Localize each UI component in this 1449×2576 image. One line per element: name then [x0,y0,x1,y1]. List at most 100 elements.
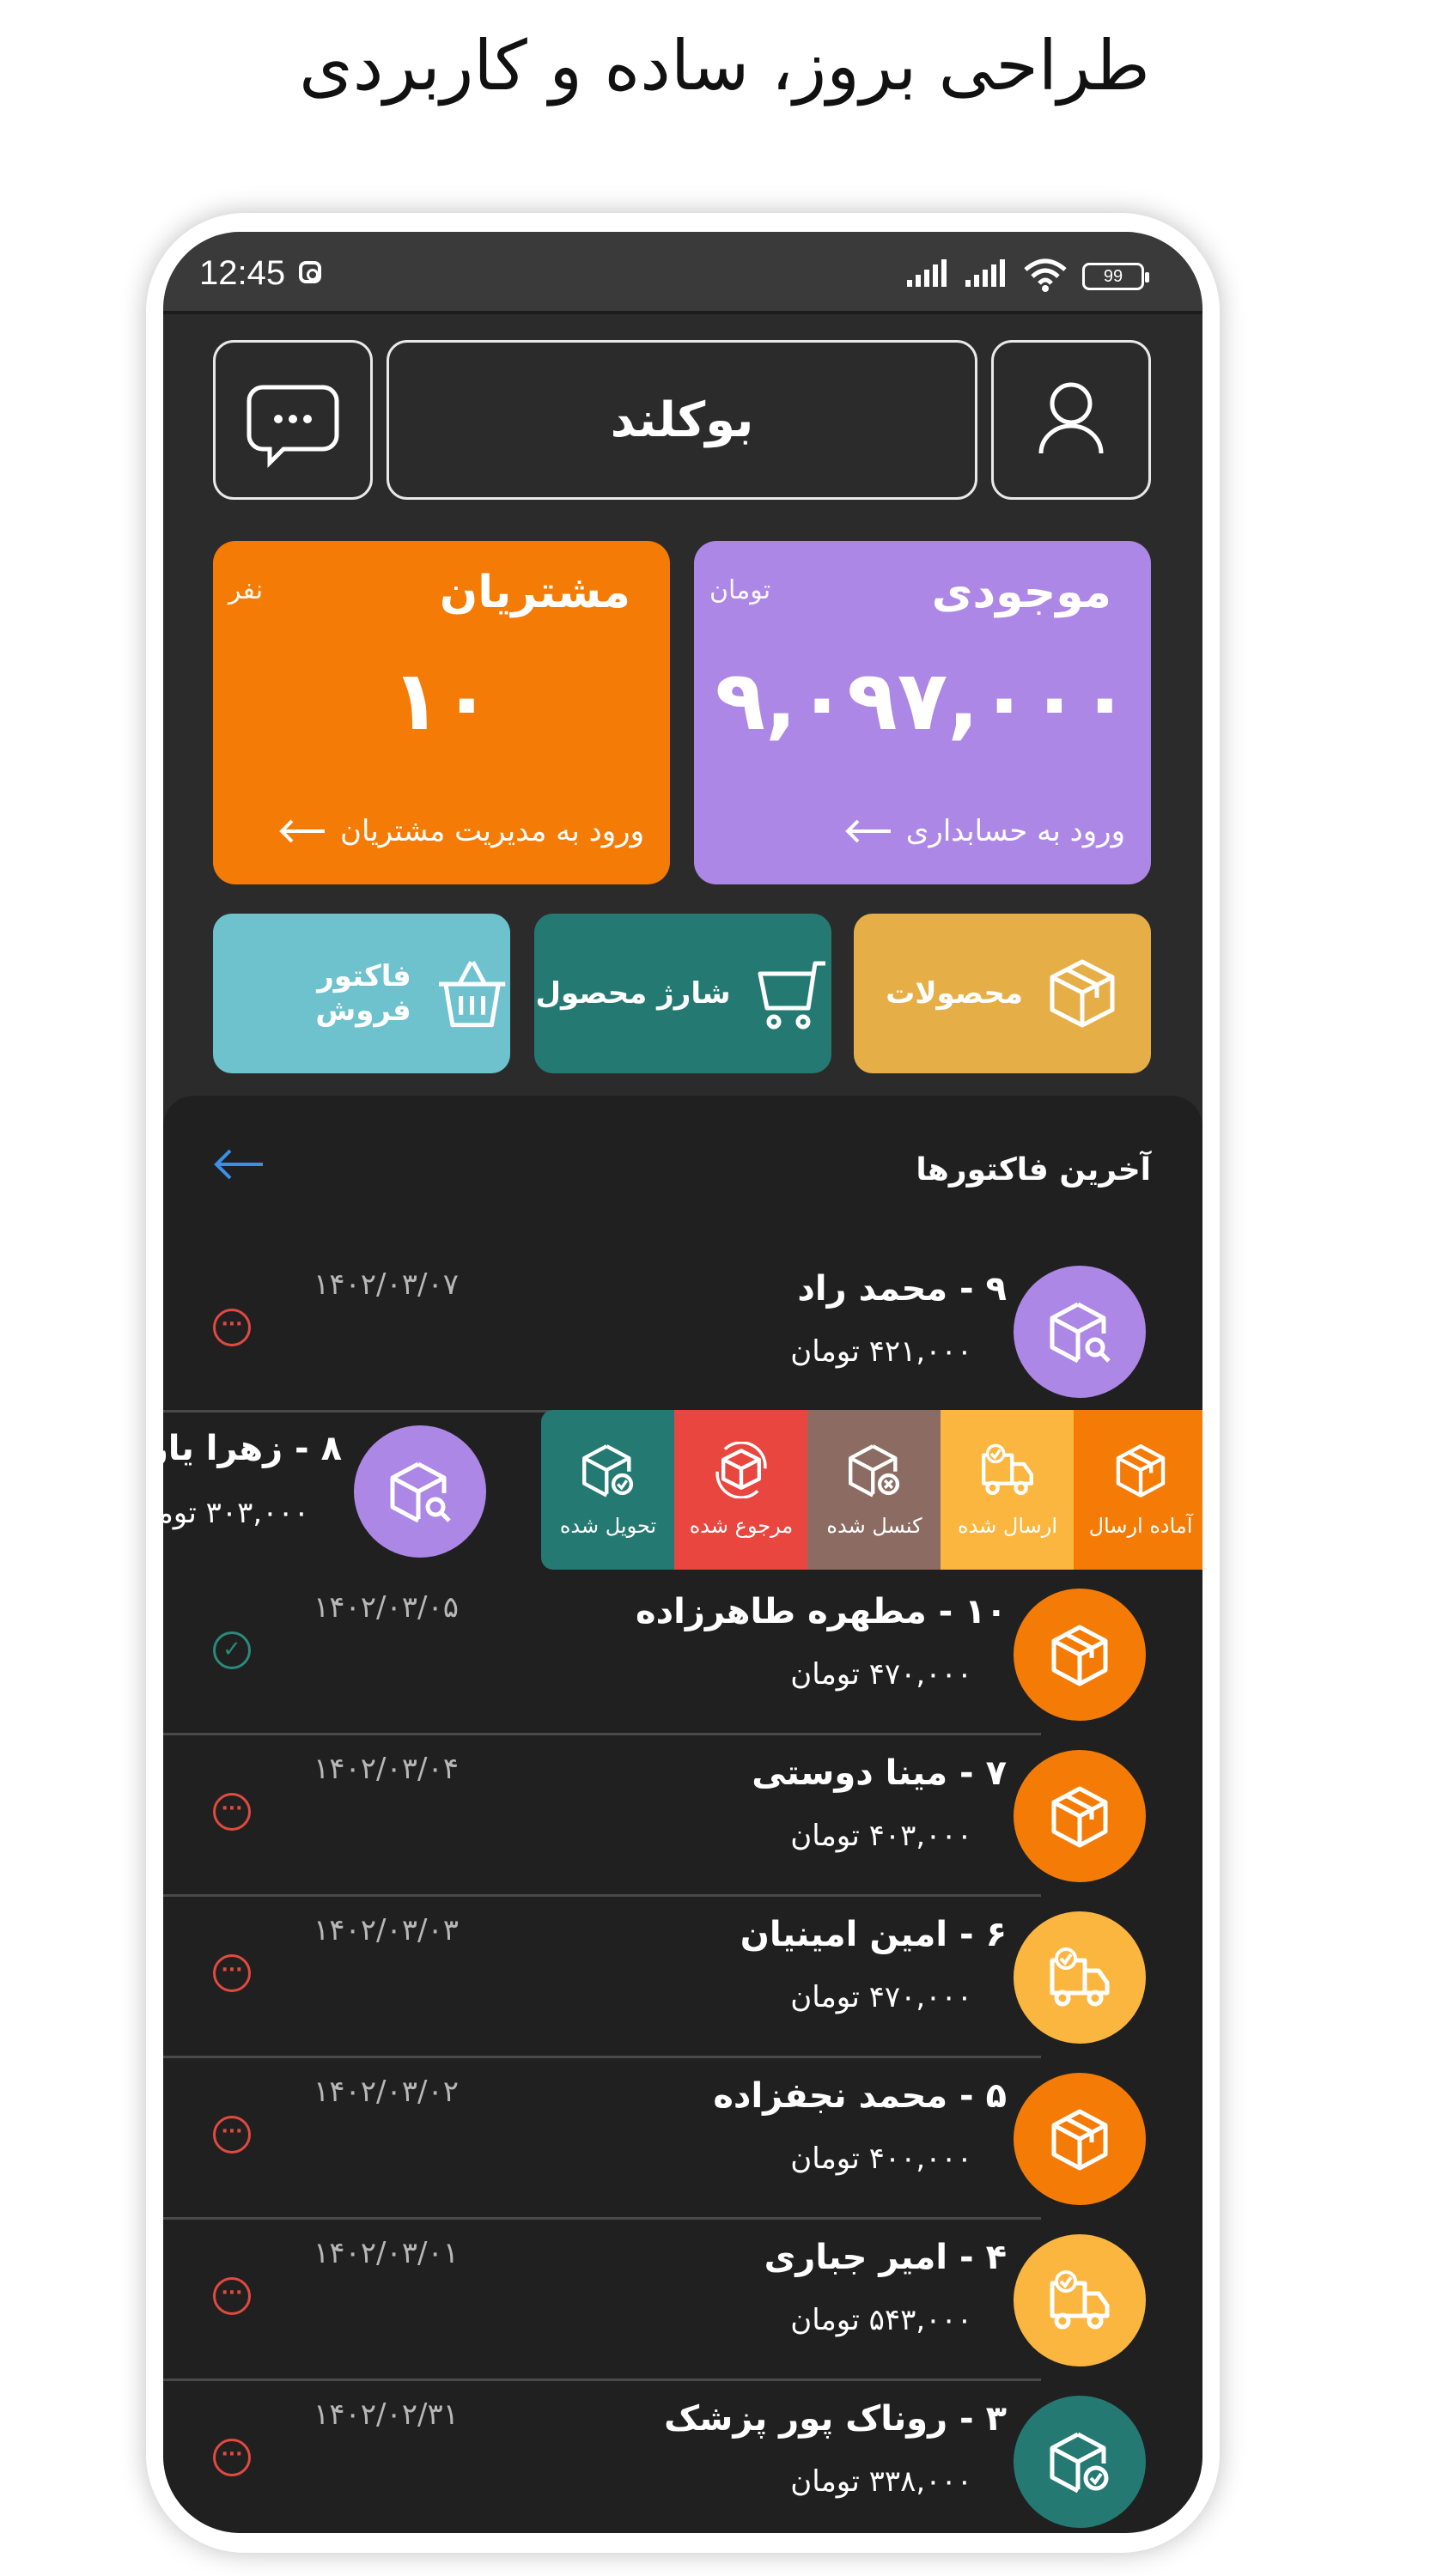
instagram-icon [299,261,321,283]
customer-management-link-label: ورود به مدیریت مشتریان [340,814,644,848]
charge-product-label: شارژ محصول [535,976,731,1011]
phone-screen: 12:45 99 بوکلند موجودی تومان ۹,۰۹۷,۰۰۰ و… [163,232,1202,2533]
status-more-icon[interactable]: ··· [213,2277,251,2315]
swipe-action-label: کنسل شده [826,1514,922,1538]
status-more-icon[interactable]: ··· [213,2439,251,2476]
products-button[interactable]: محصولات [854,914,1151,1073]
status-check-icon[interactable]: ✓ [213,1631,251,1669]
invoice-row[interactable]: ۳ - روناک پور پزشک ۳۳۸,۰۰۰ تومان ۱۴۰۲/۰۲/۳… [163,2380,1146,2533]
box-cancel-icon [849,1444,900,1498]
invoice-date: ۱۴۰۲/۰۳/۰۷ [314,1267,460,1302]
chat-button[interactable] [213,340,373,500]
invoice-row[interactable]: ۴ - امیر جباری ۵۴۳,۰۰۰ تومان ۱۴۰۲/۰۳/۰۱ ··· [163,2219,1146,2381]
charge-product-button[interactable]: شارژ محصول [534,914,831,1073]
invoice-amount: ۵۴۳,۰۰۰ تومان [790,2303,972,2337]
invoice-amount: ۴۷۰,۰۰۰ تومان [790,1980,972,2014]
user-icon [1038,382,1104,454]
basket-icon [438,961,506,1028]
box-icon [1050,959,1115,1028]
swipe-action-button[interactable]: تحویل شده [541,1410,675,1570]
signal-icon [965,259,1005,287]
balance-title: موجودی [931,567,1111,618]
box-icon [1051,1786,1108,1848]
swipe-action-button[interactable]: آماده ارسال [1074,1410,1202,1570]
invoice-avatar [1014,1589,1146,1721]
status-more-icon[interactable]: ··· [213,1793,251,1831]
box-icon [1116,1444,1166,1498]
latest-invoices-title: آخرین فاکتورها [916,1152,1151,1188]
invoice-avatar [1014,2396,1146,2528]
swipe-action-button[interactable]: ارسال شده [941,1410,1075,1570]
invoice-date: ۱۴۰۲/۰۳/۰۳ [314,1913,460,1947]
sales-invoice-button[interactable]: فاکتور فروش [213,914,510,1073]
customers-card[interactable]: مشتریان نفر ۱۰ ورود به مدیریت مشتریان [213,541,670,884]
box-icon [1051,2109,1108,2171]
invoice-avatar [354,1425,486,1558]
swiped-invoice-row[interactable]: ۸ - زهرا یاری ۳۰۳,۰۰۰ تومان تحویل شده مرج… [163,1410,1202,1570]
invoice-customer-name: ۵ - محمد نجفزاده [713,2076,1007,2116]
invoice-customer-name: ۴ - امیر جباری [764,2238,1007,2277]
swipe-action-label: تحویل شده [559,1514,657,1538]
invoice-row[interactable]: ۵ - محمد نجفزاده ۴۰۰,۰۰۰ تومان ۱۴۰۲/۰۳/۰۲ ·… [163,2057,1146,2220]
invoice-date: ۱۴۰۲/۰۳/۰۵ [314,1590,460,1625]
arrow-left-icon [844,819,891,843]
accounting-link-label: ورود به حسابداری [905,814,1125,848]
invoice-avatar [1014,1911,1146,2044]
invoice-row[interactable]: ۶ - امین امینیان ۴۷۰,۰۰۰ تومان ۱۴۰۲/۰۳/۰۳ ·… [163,1896,1146,2058]
box-search-icon [1050,1302,1111,1364]
customer-management-link[interactable]: ورود به مدیریت مشتریان [230,814,644,848]
status-more-icon[interactable]: ··· [213,2116,251,2154]
invoice-row[interactable]: ۹ - محمد راد ۴۲۱,۰۰۰ تومان ۱۴۰۲/۰۳/۰۷ ··· [163,1250,1146,1413]
invoice-avatar [1014,2234,1146,2366]
swipe-action-label: ارسال شده [957,1514,1058,1538]
invoice-row[interactable]: ۷ - مینا دوستی ۴۰۳,۰۰۰ تومان ۱۴۰۲/۰۳/۰۴ ··· [163,1735,1146,1897]
status-bar: 12:45 99 [163,232,1202,314]
truck-icon [1050,2270,1110,2330]
battery-icon: 99 [1082,263,1149,290]
invoice-avatar [1014,1750,1146,1882]
wifi-icon [1024,258,1067,292]
swipe-action-button[interactable]: مرجوع شده [674,1410,808,1570]
balance-value: ۹,۰۹۷,۰۰۰ [715,653,1130,749]
app-name-banner: بوکلند [387,340,977,500]
invoice-row[interactable]: ۱۰ - مطهره طاهرزاده ۴۷۰,۰۰۰ تومان ۱۴۰۲/۰۳/… [163,1573,1146,1735]
invoice-amount: ۴۲۱,۰۰۰ تومان [790,1334,972,1369]
invoice-avatar [1014,1266,1146,1398]
invoice-customer-name: ۳ - روناک پور پزشک [664,2399,1007,2439]
box-check-icon [1050,2432,1109,2494]
swipe-action-button[interactable]: کنسل شده [807,1410,941,1570]
box-check-icon [582,1444,634,1498]
invoice-amount: ۳۰۳,۰۰۰ تومان [163,1496,309,1530]
invoice-date: ۱۴۰۲/۰۳/۰۱ [314,2236,460,2270]
signal-icon [907,259,947,287]
invoice-date: ۱۴۰۲/۰۳/۰۲ [314,2075,460,2109]
arrow-left-icon[interactable] [211,1147,266,1182]
invoice-amount: ۴۰۰,۰۰۰ تومان [790,2142,972,2176]
cart-icon [758,961,825,1030]
invoice-amount: ۴۰۳,۰۰۰ تومان [790,1819,972,1853]
invoice-avatar [1014,2073,1146,2205]
balance-card[interactable]: موجودی تومان ۹,۰۹۷,۰۰۰ ورود به حسابداری [694,541,1151,884]
swipe-action-label: آماده ارسال [1088,1514,1193,1538]
arrow-left-icon [279,819,325,843]
box-return-icon [715,1442,767,1498]
products-label: محصولات [886,976,1023,1011]
accounting-link[interactable]: ورود به حسابداری [711,814,1125,848]
chat-bubble-icon [247,385,339,469]
balance-unit: تومان [709,575,771,605]
invoice-date: ۱۴۰۲/۰۳/۰۴ [314,1752,460,1786]
invoice-customer-name: ۷ - مینا دوستی [752,1753,1007,1793]
profile-button[interactable] [991,340,1151,500]
customers-title: مشتریان [439,567,630,618]
invoice-customer-name: ۸ - زهرا یاری [163,1429,342,1468]
sales-invoice-label: فاکتور فروش [315,959,411,1028]
status-more-icon[interactable]: ··· [213,1309,251,1346]
invoice-amount: ۴۷۰,۰۰۰ تومان [790,1657,972,1692]
invoice-customer-name: ۱۰ - مطهره طاهرزاده [635,1592,1007,1631]
customers-value: ۱۰ [391,653,492,749]
invoice-customer-name: ۶ - امین امینیان [740,1915,1007,1954]
invoice-amount: ۳۳۸,۰۰۰ تومان [790,2464,972,2499]
invoice-date: ۱۴۰۲/۰۲/۳۱ [314,2397,460,2432]
status-more-icon[interactable]: ··· [213,1954,251,1992]
box-icon [1051,1625,1108,1686]
